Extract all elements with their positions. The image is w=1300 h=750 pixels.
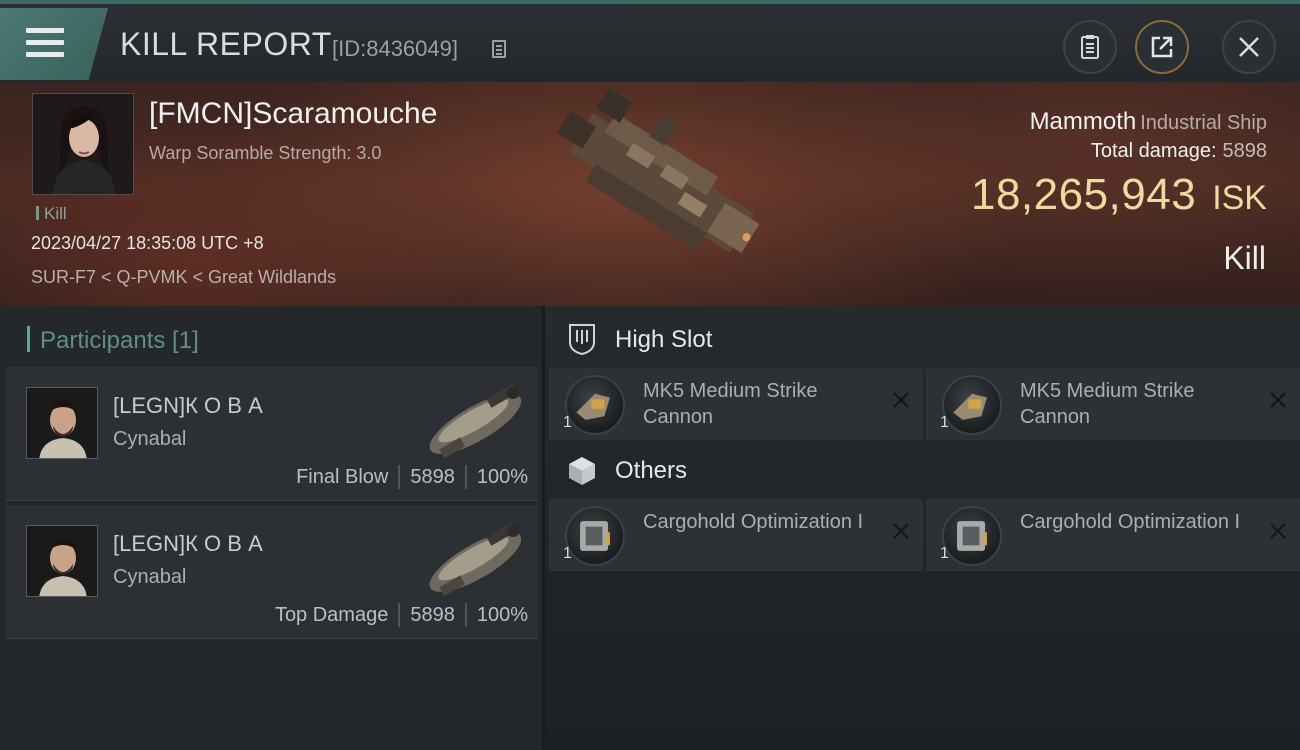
result-label: Kill xyxy=(1223,240,1266,276)
copy-icon[interactable] xyxy=(492,40,506,58)
participant-stats: Top Damage 5898 100% xyxy=(275,603,528,627)
participant-damage: 5898 xyxy=(410,603,455,626)
divider xyxy=(464,465,467,489)
location-path[interactable]: SUR-F7 < Q-PVMK < Great Wildlands xyxy=(31,267,336,288)
cannon-module-icon xyxy=(565,375,625,435)
module-item[interactable]: 1 MK5 Medium Strike Cannon xyxy=(549,368,923,440)
ship-type-line: Mammoth Industrial Ship xyxy=(1030,108,1267,136)
module-quantity: 1 xyxy=(940,414,949,431)
isk-value-line: 18,265,943 ISK xyxy=(971,170,1267,220)
others-title: Others xyxy=(615,457,688,484)
cannon-module-icon xyxy=(942,375,1002,435)
participant-role: Top Damage xyxy=(274,603,389,626)
victim-name[interactable]: [FMCN]Scaramouche xyxy=(149,97,437,131)
module-item[interactable]: 1 Cargohold Optimization I xyxy=(926,499,1300,571)
clipboard-icon xyxy=(1081,35,1099,59)
cargohold-module-icon xyxy=(942,506,1002,566)
clipboard-button[interactable] xyxy=(1063,20,1117,74)
high-slot-title: High Slot xyxy=(615,326,713,353)
participant-role: Final Blow xyxy=(296,465,389,488)
destroyed-x-icon xyxy=(893,523,909,539)
victim-avatar xyxy=(33,94,133,194)
participant-ship-image xyxy=(429,384,522,459)
participant-name: [LEGN]К О В А xyxy=(113,531,263,556)
total-damage-line: Total damage: 5898 xyxy=(1091,140,1267,163)
participant-stats: Final Blow 5898 100% xyxy=(296,465,528,489)
close-icon xyxy=(1239,37,1259,57)
pilot-portrait xyxy=(27,388,97,458)
participant-damage: 5898 xyxy=(410,465,455,488)
destroyed-x-icon xyxy=(893,392,909,408)
module-name: MK5 Medium Strike Cannon xyxy=(643,380,818,428)
page-title: KILL REPORT xyxy=(120,26,332,62)
module-quantity: 1 xyxy=(940,545,949,562)
top-bar: KILL REPORT [ID:8436049] xyxy=(0,0,1300,82)
high-slot-icon xyxy=(569,324,595,356)
cube-icon xyxy=(569,457,595,485)
ship-name[interactable]: Mammoth xyxy=(1030,108,1137,135)
divider xyxy=(398,465,401,489)
total-damage-value: 5898 xyxy=(1222,140,1268,162)
victim-portrait[interactable] xyxy=(32,93,134,195)
participant-ship-image xyxy=(429,522,522,597)
module-name: MK5 Medium Strike Cannon xyxy=(1020,380,1195,428)
participant-row[interactable]: [LEGN]К О В А Cynabal Top Damage 5898 10… xyxy=(6,505,538,639)
participant-ship: Cynabal xyxy=(113,566,187,588)
divider xyxy=(464,603,467,627)
destroyed-x-icon xyxy=(1270,523,1286,539)
isk-value: 18,265,943 xyxy=(970,170,1197,219)
share-button[interactable] xyxy=(1135,20,1189,74)
victim-ship-image xyxy=(556,88,760,253)
divider xyxy=(398,603,401,627)
menu-button[interactable] xyxy=(0,8,108,80)
participant-row[interactable]: [LEGN]К О В А Cynabal Final Blow 5898 10… xyxy=(6,367,538,501)
participants-header: Participants [1] xyxy=(27,326,199,355)
participant-ship: Cynabal xyxy=(113,428,187,450)
participant-percent: 100% xyxy=(476,603,528,626)
participant-avatar xyxy=(26,525,98,597)
kill-tag: Kill xyxy=(36,204,67,224)
hamburger-icon xyxy=(26,28,64,64)
close-button[interactable] xyxy=(1222,20,1276,74)
module-name: Cargohold Optimization I xyxy=(1020,511,1241,533)
module-item[interactable]: 1 MK5 Medium Strike Cannon xyxy=(926,368,1300,440)
module-name: Cargohold Optimization I xyxy=(643,511,864,533)
ship-class: Industrial Ship xyxy=(1140,112,1267,134)
module-quantity: 1 xyxy=(563,545,572,562)
warp-scramble-strength: Warp Soramble Strength: 3.0 xyxy=(149,143,382,163)
total-damage-label: Total damage: xyxy=(1090,140,1217,162)
isk-unit: ISK xyxy=(1212,179,1267,217)
cargohold-module-icon xyxy=(565,506,625,566)
participant-percent: 100% xyxy=(476,465,528,488)
module-quantity: 1 xyxy=(563,414,572,431)
kill-summary-banner: [FMCN]Scaramouche Warp Soramble Strength… xyxy=(0,82,1300,306)
share-icon xyxy=(1151,36,1173,58)
fitting-panel: High Slot 1 MK5 Medium Strike Cannon 1 M… xyxy=(542,306,1300,750)
pilot-portrait xyxy=(27,526,97,596)
participant-avatar xyxy=(26,387,98,459)
report-id: [ID:8436049] xyxy=(332,36,458,61)
timestamp: 2023/04/27 18:35:08 UTC +8 xyxy=(31,233,264,253)
participant-name: [LEGN]К О В А xyxy=(113,393,263,418)
module-item[interactable]: 1 Cargohold Optimization I xyxy=(549,499,923,571)
participants-panel: Participants [1] [LEGN]К О В А Cynabal F… xyxy=(0,306,542,750)
destroyed-x-icon xyxy=(1270,392,1286,408)
